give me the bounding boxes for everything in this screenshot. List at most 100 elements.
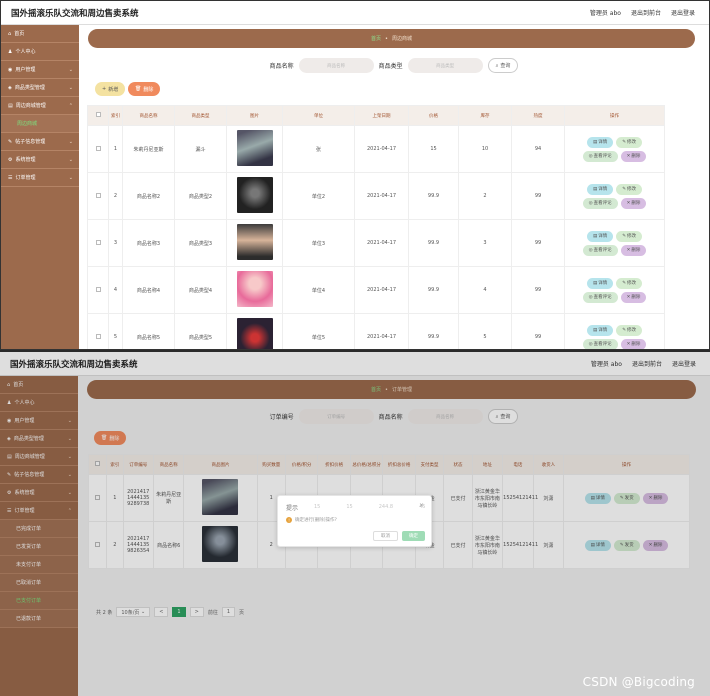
edit-icon: ✎ <box>622 139 627 145</box>
gear-icon: ⚙ <box>8 156 13 163</box>
search-label-type: 商品类型 <box>378 63 403 70</box>
row-delete-button[interactable]: ✕ 删除 <box>620 338 647 349</box>
chevron-down-icon: ⌄ <box>68 156 73 163</box>
top-header: 国外摇滚乐队交流和周边售卖系统 管理员 abo 退出到前台 退出登录 <box>1 1 709 25</box>
table-row: 5 商品名称5 商品类型5 单位5 2021-04-17 99.9 5 99 ▤… <box>87 313 665 349</box>
product-image <box>226 172 283 220</box>
admin-label: 管理员 abo <box>589 10 621 17</box>
detail-icon: ▤ <box>592 139 598 145</box>
add-button[interactable]: + 新增 <box>95 82 126 96</box>
dialog-ghost-values: 15 15 244.8 45 <box>314 504 426 510</box>
review-button[interactable]: ◎ 查看评论 <box>582 150 618 162</box>
detail-button[interactable]: ▤ 详情 <box>586 277 614 289</box>
review-button[interactable]: ◎ 查看评论 <box>582 338 618 349</box>
row-delete-button[interactable]: ✕ 删除 <box>620 197 647 209</box>
row-checkbox[interactable] <box>87 219 109 267</box>
chevron-down-icon: ⌄ <box>68 174 73 181</box>
detail-button[interactable]: ▤ 详情 <box>586 324 614 336</box>
watermark: CSDN @Bigcoding <box>582 675 695 689</box>
review-button[interactable]: ◎ 查看评论 <box>582 244 618 256</box>
order-icon: ☰ <box>8 174 13 181</box>
main-content: 首页 • 周边商城 商品名称 商品名称 商品类型 商品类型 ⌕ 查询 + 新增 🗑 删… <box>79 25 709 349</box>
eye-icon: ◎ <box>588 341 593 347</box>
product-image <box>226 219 283 267</box>
row-delete-button[interactable]: ✕ 删除 <box>620 291 647 303</box>
edit-button[interactable]: ✎ 修改 <box>616 230 643 242</box>
detail-button[interactable]: ▤ 详情 <box>586 183 614 195</box>
edit-button[interactable]: ✎ 修改 <box>616 324 643 336</box>
frontend-link[interactable]: 退出到前台 <box>631 8 661 17</box>
eye-icon: ◎ <box>588 200 593 206</box>
edit-button[interactable]: ✎ 修改 <box>616 183 643 195</box>
logout-link[interactable]: 退出登录 <box>671 8 695 17</box>
sidebar-item-product-types[interactable]: ◈ 商品类型管理 ⌄ <box>1 79 79 97</box>
search-input-name[interactable]: 商品名称 <box>298 58 374 73</box>
breadcrumb-home[interactable]: 首页 <box>371 35 381 42</box>
sidebar-item-users[interactable]: ◉ 用户管理 ⌄ <box>1 61 79 79</box>
search-label-name: 商品名称 <box>269 63 294 70</box>
shop-icon: ▤ <box>8 102 13 109</box>
trash-icon: ✕ <box>626 153 631 159</box>
confirm-button[interactable]: 确定 <box>402 531 425 541</box>
edit-icon: ✎ <box>622 280 627 286</box>
detail-button[interactable]: ▤ 详情 <box>586 230 614 242</box>
search-bar: 商品名称 商品名称 商品类型 商品类型 ⌕ 查询 <box>79 58 709 73</box>
search-button[interactable]: ⌕ 查询 <box>487 58 519 73</box>
review-button[interactable]: ◎ 查看评论 <box>582 197 618 209</box>
sidebar-item-posts[interactable]: ✎ 帖子信息管理 ⌄ <box>1 133 79 151</box>
row-checkbox[interactable] <box>87 172 109 220</box>
product-table: 索引 商品名称 商品类型 图片 单位 上架日期 价格 库存 热度 操作 1 朱莉… <box>87 105 665 349</box>
row-delete-button[interactable]: ✕ 删除 <box>620 244 647 256</box>
detail-button[interactable]: ▤ 详情 <box>586 136 614 148</box>
users-icon: ◉ <box>8 66 13 73</box>
sidebar-item-home[interactable]: ⌂ 首页 <box>1 25 79 43</box>
row-checkbox[interactable] <box>87 266 109 314</box>
cancel-button[interactable]: 取消 <box>373 531 398 541</box>
edit-icon: ✎ <box>622 233 627 239</box>
home-icon: ⌂ <box>8 30 12 37</box>
delete-button[interactable]: 🗑 删除 <box>128 82 161 96</box>
search-icon: ⌕ <box>495 62 499 69</box>
product-image <box>226 266 283 314</box>
table-row: 2 商品名称2 商品类型2 单位2 2021-04-17 99.9 2 99 ▤… <box>87 172 665 220</box>
dialog-message: ! 确定进行[删除]操作? <box>286 517 337 523</box>
review-button[interactable]: ◎ 查看评论 <box>582 291 618 303</box>
eye-icon: ◎ <box>588 153 593 159</box>
warning-icon: ! <box>286 517 292 523</box>
eye-icon: ◎ <box>588 247 593 253</box>
row-delete-button[interactable]: ✕ 删除 <box>620 150 647 162</box>
edit-icon: ✎ <box>622 186 627 192</box>
trash-icon: ✕ <box>626 341 631 347</box>
sidebar-item-shop[interactable]: 周边商城 <box>1 115 79 133</box>
row-checkbox[interactable] <box>87 125 109 173</box>
edit-button[interactable]: ✎ 修改 <box>616 136 643 148</box>
select-all-checkbox[interactable] <box>87 105 109 126</box>
sidebar-item-orders[interactable]: ☰ 订单管理 ⌄ <box>1 169 79 187</box>
chevron-up-icon: ⌃ <box>68 102 73 109</box>
chevron-down-icon: ⌄ <box>68 84 73 91</box>
plus-icon: + <box>102 86 107 92</box>
search-input-type[interactable]: 商品类型 <box>407 58 483 73</box>
chevron-down-icon: ⌄ <box>68 138 73 145</box>
sidebar-item-profile[interactable]: ♟ 个人中心 <box>1 43 79 61</box>
sidebar: ⌂ 首页 ♟ 个人中心 ◉ 用户管理 ⌄ ◈ 商品类型管理 ⌄ ▤ 周边商城管理 ⌃ 周边商城 … <box>1 25 79 349</box>
product-image <box>226 125 283 173</box>
app-title: 国外摇滚乐队交流和周边售卖系统 <box>11 8 139 19</box>
detail-icon: ▤ <box>592 233 598 239</box>
close-icon[interactable]: × <box>419 502 424 509</box>
user-icon: ♟ <box>8 48 13 55</box>
row-checkbox[interactable] <box>87 313 109 349</box>
table-header: 索引 商品名称 商品类型 图片 单位 上架日期 价格 库存 热度 操作 <box>87 105 665 126</box>
screenshot-product-list: 国外摇滚乐队交流和周边售卖系统 管理员 abo 退出到前台 退出登录 ⌂ 首页 ♟… <box>0 0 710 350</box>
trash-icon: 🗑 <box>135 86 142 92</box>
sidebar-item-system[interactable]: ⚙ 系统管理 ⌄ <box>1 151 79 169</box>
trash-icon: ✕ <box>626 200 631 206</box>
post-icon: ✎ <box>8 138 13 145</box>
edit-button[interactable]: ✎ 修改 <box>616 277 643 289</box>
trash-icon: ✕ <box>626 247 631 253</box>
sidebar-item-shop-manage[interactable]: ▤ 周边商城管理 ⌃ <box>1 97 79 115</box>
detail-icon: ▤ <box>592 327 598 333</box>
edit-icon: ✎ <box>622 327 627 333</box>
confirm-dialog: 提示 15 15 244.8 45 × ! 确定进行[删除]操作? 取消 确定 <box>277 495 432 547</box>
table-row: 4 商品名称4 商品类型4 单位4 2021-04-17 99.9 4 99 ▤… <box>87 266 665 314</box>
